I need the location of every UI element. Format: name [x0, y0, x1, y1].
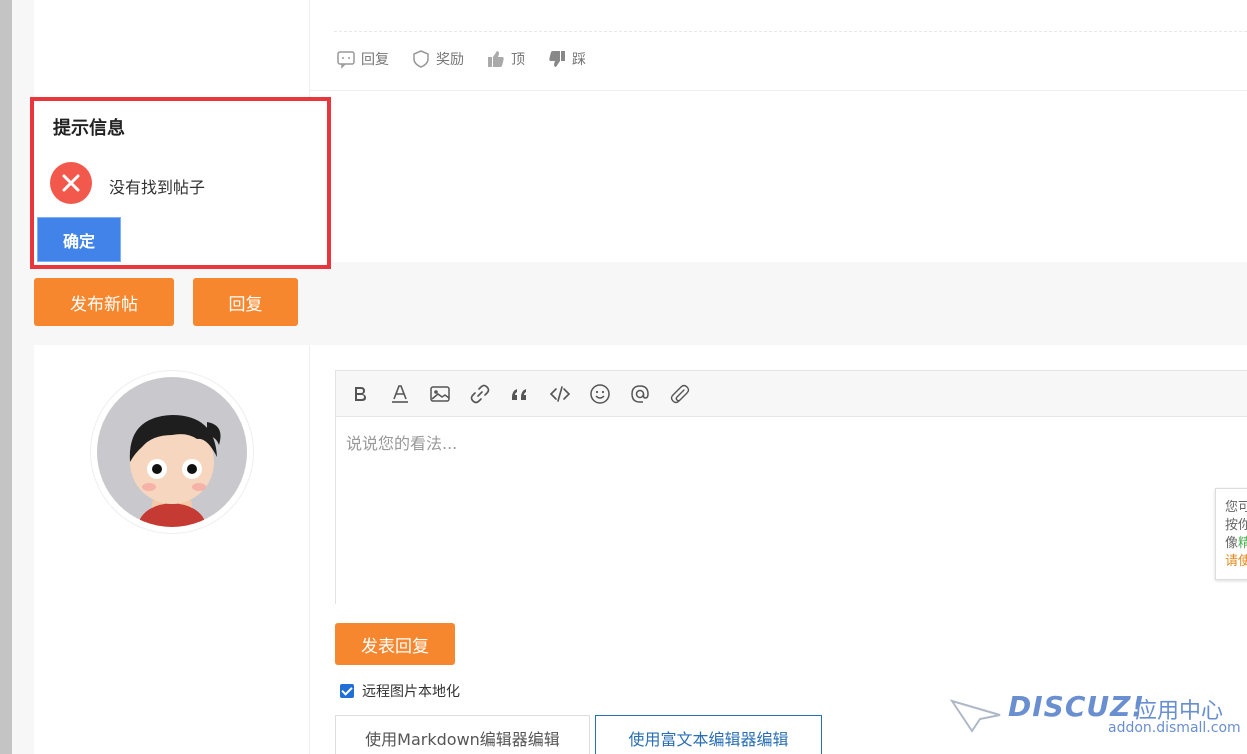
new-post-button[interactable]: 发布新帖 — [34, 278, 174, 326]
cursor-arrow-icon — [950, 699, 1001, 733]
message-dialog: 提示信息 没有找到帖子 确定 — [30, 97, 331, 269]
reply-action-label: 回复 — [361, 52, 389, 68]
upvote-action-label: 顶 — [511, 52, 525, 68]
discuz-watermark: DISCUZ! 应用中心 addon.dismall.com — [950, 690, 1241, 750]
reply-action[interactable]: 回复 — [336, 49, 389, 69]
quote-icon[interactable] — [508, 382, 532, 406]
reward-icon — [413, 50, 429, 68]
editor-tip-popup: 您可 按你 像精 请使 — [1215, 488, 1247, 580]
watermark-logo: DISCUZ! — [1008, 690, 1146, 723]
editor-toolbar — [336, 371, 1247, 417]
downvote-action[interactable]: 踩 — [547, 49, 586, 69]
code-icon[interactable] — [548, 382, 572, 406]
thumbs-down-icon — [549, 51, 565, 67]
bold-icon[interactable] — [348, 382, 372, 406]
rich-text-editor-tab[interactable]: 使用富文本编辑器编辑 — [595, 715, 822, 754]
reward-action-label: 奖励 — [436, 52, 464, 68]
tip-line-4: 请使 — [1225, 554, 1247, 569]
mention-icon[interactable] — [628, 382, 652, 406]
reward-action[interactable]: 奖励 — [411, 49, 464, 69]
left-edge-bar — [0, 0, 12, 754]
comment-icon — [337, 51, 355, 69]
reply-editor: 说说您的看法... — [335, 370, 1247, 604]
upvote-action[interactable]: 顶 — [486, 49, 525, 69]
reply-button[interactable]: 回复 — [193, 278, 298, 326]
post-actions: 回复 奖励 顶 踩 — [336, 49, 586, 69]
remote-image-option: 远程图片本地化 — [340, 681, 460, 701]
dialog-message: 没有找到帖子 — [109, 178, 206, 197]
attachment-icon[interactable] — [668, 382, 692, 406]
reply-textarea[interactable]: 说说您的看法... — [336, 418, 1247, 604]
font-color-icon[interactable] — [388, 382, 412, 406]
emoji-icon[interactable] — [588, 382, 612, 406]
tip-line-1: 您可 — [1225, 500, 1247, 515]
image-icon[interactable] — [428, 382, 452, 406]
dialog-title: 提示信息 — [53, 118, 125, 139]
downvote-action-label: 踩 — [572, 52, 586, 68]
submit-reply-button[interactable]: 发表回复 — [335, 623, 455, 665]
link-icon[interactable] — [468, 382, 492, 406]
thumbs-up-icon — [488, 51, 504, 67]
remote-image-label: 远程图片本地化 — [362, 684, 460, 700]
confirm-button[interactable]: 确定 — [37, 217, 121, 262]
error-icon — [50, 162, 92, 204]
watermark-url: addon.dismall.com — [1108, 720, 1241, 736]
tip-line-3: 像精 — [1225, 536, 1247, 551]
avatar — [90, 370, 254, 534]
markdown-editor-tab[interactable]: 使用Markdown编辑器编辑 — [335, 715, 590, 754]
tip-line-2: 按你 — [1225, 518, 1247, 533]
remote-image-checkbox[interactable] — [340, 684, 354, 698]
